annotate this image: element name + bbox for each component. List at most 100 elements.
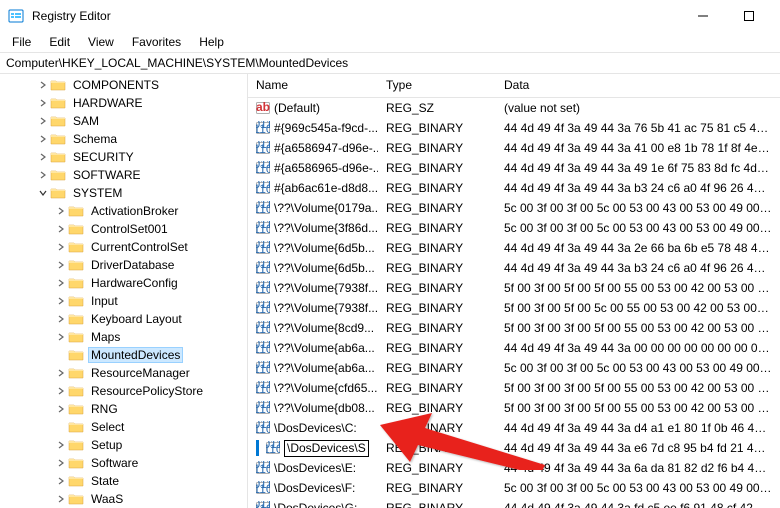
- value-row[interactable]: 011110\??\Volume{db08...REG_BINARY5f 00 …: [248, 398, 780, 418]
- tree-node-software[interactable]: SOFTWARE: [0, 166, 247, 184]
- menu-file[interactable]: File: [4, 33, 39, 51]
- tree-label: Schema: [70, 132, 120, 146]
- tree-node-controlset001[interactable]: ControlSet001: [0, 220, 247, 238]
- chevron-right-icon[interactable]: [54, 333, 68, 341]
- value-row[interactable]: 011110\??\Volume{7938f...REG_BINARY5f 00…: [248, 298, 780, 318]
- value-row[interactable]: 011110#{ab6ac61e-d8d8...REG_BINARY44 4d …: [248, 178, 780, 198]
- minimize-button[interactable]: [680, 0, 726, 32]
- col-type[interactable]: Type: [378, 74, 496, 97]
- tree-node-resourcemanager[interactable]: ResourceManager: [0, 364, 247, 382]
- value-row[interactable]: 011110#{969c545a-f9cd-...REG_BINARY44 4d…: [248, 118, 780, 138]
- registry-tree[interactable]: COMPONENTSHARDWARESAM Schema SECURITYSOFTW…: [0, 74, 248, 508]
- folder-icon: [68, 402, 84, 416]
- svg-text:110: 110: [256, 322, 270, 335]
- tree-node-select[interactable]: Select: [0, 418, 247, 436]
- value-row[interactable]: 011110\??\Volume{0179a...REG_BINARY5c 00…: [248, 198, 780, 218]
- tree-node-input[interactable]: Input: [0, 292, 247, 310]
- menu-edit[interactable]: Edit: [41, 33, 78, 51]
- chevron-right-icon[interactable]: [54, 297, 68, 305]
- tree-node-currentcontrolset[interactable]: CurrentControlSet: [0, 238, 247, 256]
- value-row[interactable]: 011110\??\Volume{ab6a...REG_BINARY44 4d …: [248, 338, 780, 358]
- rename-input[interactable]: \DosDevices\S: [284, 440, 369, 457]
- maximize-button[interactable]: [726, 0, 772, 32]
- menu-favorites[interactable]: Favorites: [124, 33, 189, 51]
- value-row[interactable]: 011110\DosDevices\G:REG_BINARY44 4d 49 4…: [248, 498, 780, 508]
- value-row[interactable]: 011110\DosDevices\C:REG_BINARY44 4d 49 4…: [248, 418, 780, 438]
- chevron-right-icon[interactable]: [54, 387, 68, 395]
- tree-node-waas[interactable]: WaaS: [0, 490, 247, 508]
- tree-node-security[interactable]: SECURITY: [0, 148, 247, 166]
- chevron-right-icon[interactable]: [54, 225, 68, 233]
- tree-node-rng[interactable]: RNG: [0, 400, 247, 418]
- tree-node-state[interactable]: State: [0, 472, 247, 490]
- value-row[interactable]: 011110\??\Volume{3f86d...REG_BINARY5c 00…: [248, 218, 780, 238]
- value-type: REG_BINARY: [378, 441, 496, 455]
- menu-help[interactable]: Help: [191, 33, 232, 51]
- svg-text:110: 110: [256, 182, 270, 195]
- tree-node-maps[interactable]: Maps: [0, 328, 247, 346]
- svg-text:110: 110: [256, 282, 270, 295]
- menu-view[interactable]: View: [80, 33, 122, 51]
- value-row[interactable]: 011110\??\Volume{7938f...REG_BINARY5f 00…: [248, 278, 780, 298]
- value-row[interactable]: 011110\??\Volume{cfd65...REG_BINARY5f 00…: [248, 378, 780, 398]
- col-data[interactable]: Data: [496, 74, 780, 97]
- value-row[interactable]: ab(Default)REG_SZ(value not set): [248, 98, 780, 118]
- chevron-right-icon[interactable]: [54, 477, 68, 485]
- value-data: 44 4d 49 4f 3a 49 44 3a d4 a1 e1 80 1f 0…: [496, 421, 780, 435]
- reg-binary-icon: 011110: [256, 261, 270, 275]
- chevron-right-icon[interactable]: [54, 279, 68, 287]
- tree-node-mounteddevices[interactable]: MountedDevices: [0, 346, 247, 364]
- tree-node-hardware[interactable]: HARDWARE: [0, 94, 247, 112]
- value-row[interactable]: 011110\DosDevices\SREG_BINARY44 4d 49 4f…: [248, 438, 780, 458]
- chevron-right-icon[interactable]: [36, 117, 50, 125]
- value-type: REG_BINARY: [378, 161, 496, 175]
- chevron-right-icon[interactable]: [36, 153, 50, 161]
- tree-node-schema[interactable]: Schema: [0, 130, 247, 148]
- value-name: \DosDevices\F:: [274, 481, 355, 495]
- chevron-down-icon[interactable]: [36, 189, 50, 197]
- tree-node-software[interactable]: Software: [0, 454, 247, 472]
- value-data: 44 4d 49 4f 3a 49 44 3a 00 00 00 00 00 0…: [496, 341, 780, 355]
- value-data: 5c 00 3f 00 3f 00 5c 00 53 00 43 00 53 0…: [496, 361, 780, 375]
- reg-binary-icon: 011110: [256, 461, 270, 475]
- tree-label: ResourceManager: [88, 366, 193, 380]
- address-bar[interactable]: Computer\HKEY_LOCAL_MACHINE\SYSTEM\Mount…: [0, 52, 780, 74]
- tree-node-resourcepolicystore[interactable]: ResourcePolicyStore: [0, 382, 247, 400]
- tree-node-activationbroker[interactable]: ActivationBroker: [0, 202, 247, 220]
- value-data: 44 4d 49 4f 3a 49 44 3a b3 24 c6 a0 4f 9…: [496, 181, 780, 195]
- value-name: \DosDevices\E:: [274, 461, 356, 475]
- value-row[interactable]: 011110#{a6586947-d96e-...REG_BINARY44 4d…: [248, 138, 780, 158]
- chevron-right-icon[interactable]: [54, 315, 68, 323]
- value-row[interactable]: 011110\DosDevices\F:REG_BINARY5c 00 3f 0…: [248, 478, 780, 498]
- value-row[interactable]: 011110\??\Volume{8cd9...REG_BINARY5f 00 …: [248, 318, 780, 338]
- value-row[interactable]: 011110\??\Volume{6d5b...REG_BINARY44 4d …: [248, 238, 780, 258]
- chevron-right-icon[interactable]: [36, 99, 50, 107]
- value-row[interactable]: 011110\DosDevices\E:REG_BINARY44 4d 49 4…: [248, 458, 780, 478]
- chevron-right-icon[interactable]: [54, 495, 68, 503]
- tree-node-sam[interactable]: SAM: [0, 112, 247, 130]
- tree-node-driverdatabase[interactable]: DriverDatabase: [0, 256, 247, 274]
- value-row[interactable]: 011110\??\Volume{6d5b...REG_BINARY44 4d …: [248, 258, 780, 278]
- tree-node-hardwareconfig[interactable]: HardwareConfig: [0, 274, 247, 292]
- chevron-right-icon[interactable]: [36, 171, 50, 179]
- tree-node-keyboard-layout[interactable]: Keyboard Layout: [0, 310, 247, 328]
- tree-node-components[interactable]: COMPONENTS: [0, 76, 247, 94]
- chevron-right-icon[interactable]: [36, 135, 50, 143]
- chevron-right-icon[interactable]: [54, 207, 68, 215]
- value-row[interactable]: 011110#{a6586965-d96e-...REG_BINARY44 4d…: [248, 158, 780, 178]
- value-data: 5f 00 3f 00 5f 00 5c 00 55 00 53 00 42 0…: [496, 301, 780, 315]
- col-name[interactable]: Name: [248, 74, 378, 97]
- chevron-right-icon[interactable]: [54, 405, 68, 413]
- value-row[interactable]: 011110\??\Volume{ab6a...REG_BINARY5c 00 …: [248, 358, 780, 378]
- tree-node-system[interactable]: SYSTEM: [0, 184, 247, 202]
- chevron-right-icon[interactable]: [54, 261, 68, 269]
- tree-label: CurrentControlSet: [88, 240, 191, 254]
- chevron-right-icon[interactable]: [54, 441, 68, 449]
- chevron-right-icon[interactable]: [54, 459, 68, 467]
- chevron-right-icon[interactable]: [36, 81, 50, 89]
- chevron-right-icon[interactable]: [54, 243, 68, 251]
- tree-node-setup[interactable]: Setup: [0, 436, 247, 454]
- value-data: 44 4d 49 4f 3a 49 44 3a e6 7d c8 95 b4 f…: [496, 441, 780, 455]
- chevron-right-icon[interactable]: [54, 369, 68, 377]
- reg-binary-icon: 011110: [256, 221, 270, 235]
